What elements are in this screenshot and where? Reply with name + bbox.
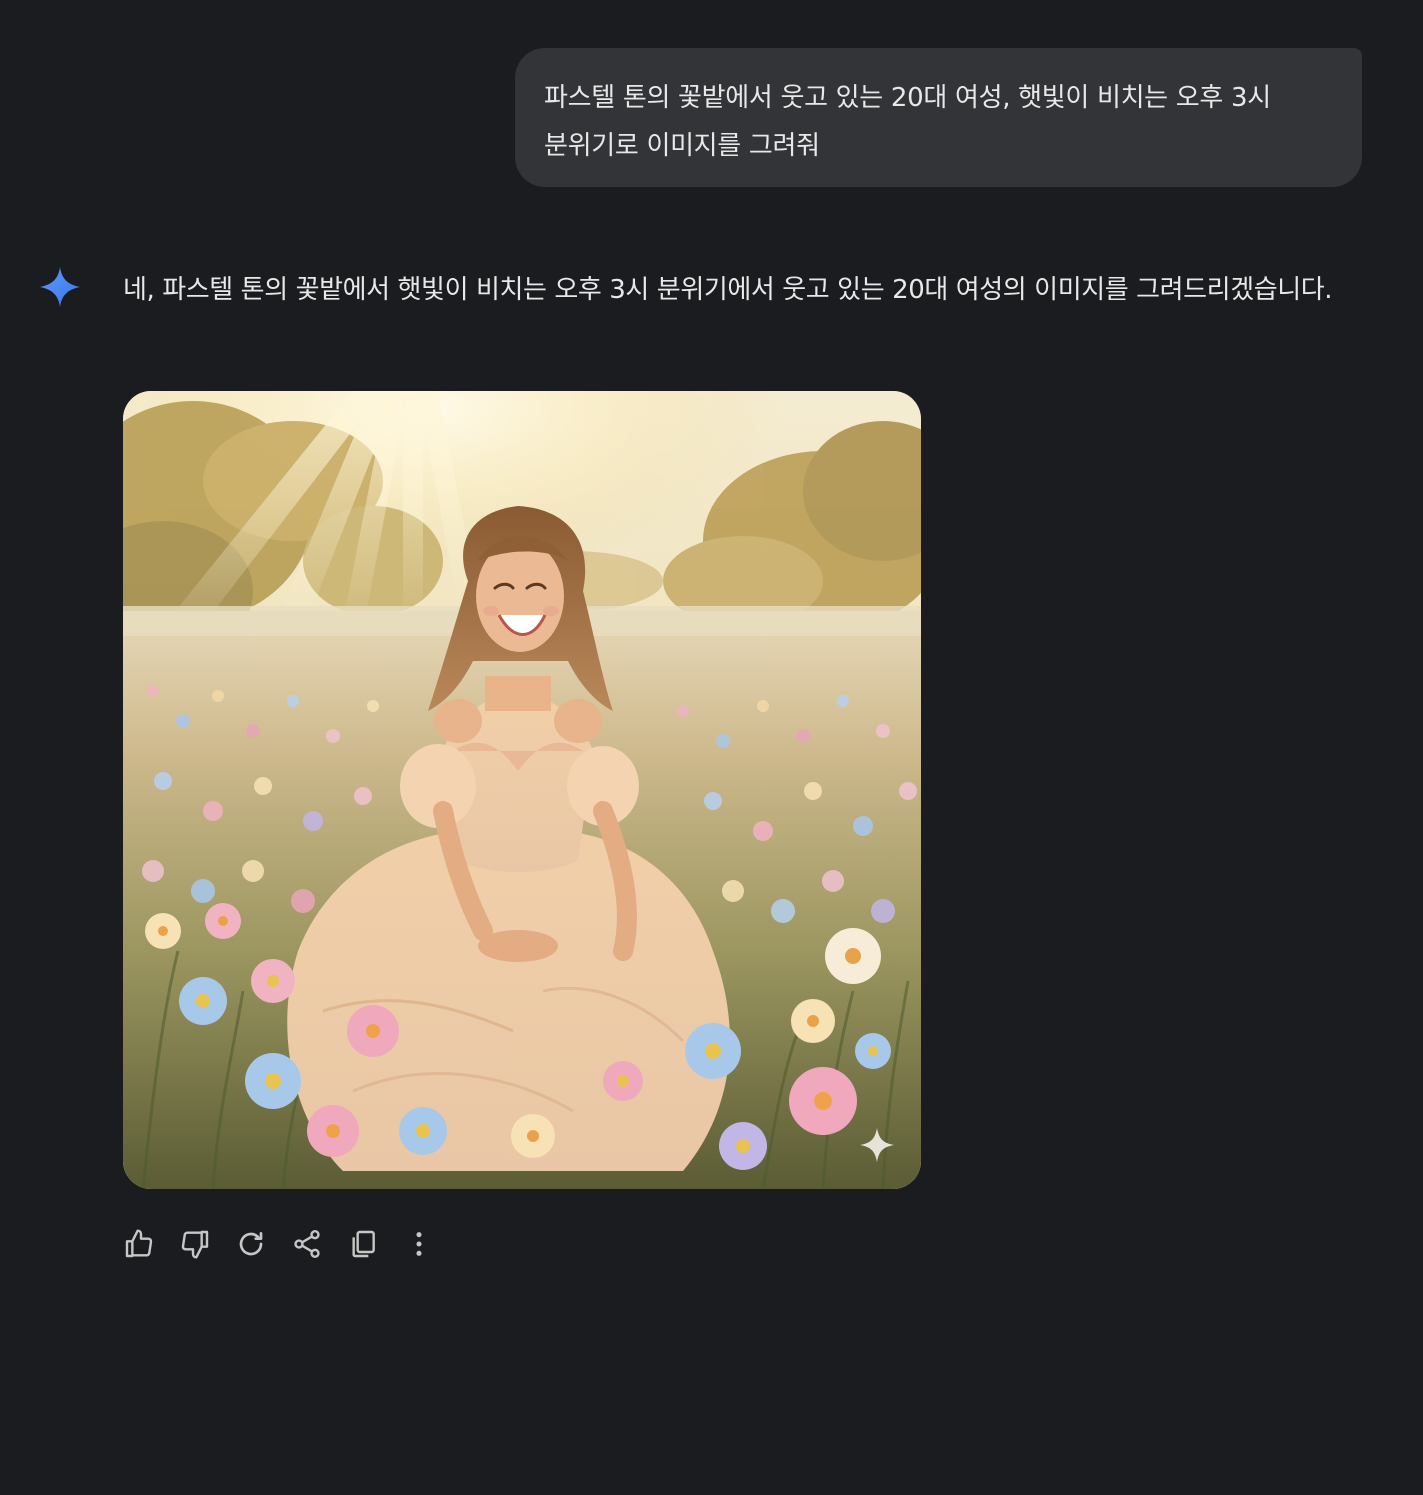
user-message-text: 파스텔 톤의 꽃밭에서 웃고 있는 20대 여성, 햇빛이 비치는 오후 3시 … xyxy=(544,83,1271,161)
response-actions-bar xyxy=(121,1226,457,1262)
user-message-bubble: 파스텔 톤의 꽃밭에서 웃고 있는 20대 여성, 햇빛이 비치는 오후 3시 … xyxy=(515,48,1362,187)
regenerate-button[interactable] xyxy=(233,1226,269,1262)
thumbs-up-icon xyxy=(125,1229,153,1258)
more-vert-icon xyxy=(416,1232,422,1256)
good-response-button[interactable] xyxy=(121,1226,157,1262)
bad-response-button[interactable] xyxy=(177,1226,213,1262)
copy-icon xyxy=(352,1230,375,1258)
gemini-spark-icon xyxy=(40,267,80,307)
assistant-message-text: 네, 파스텔 톤의 꽃밭에서 햇빛이 비치는 오후 3시 분위기에서 웃고 있는… xyxy=(123,275,1333,305)
copy-button[interactable] xyxy=(345,1226,381,1262)
share-icon xyxy=(294,1230,320,1258)
share-button[interactable] xyxy=(289,1226,325,1262)
more-options-button[interactable] xyxy=(401,1226,437,1262)
refresh-icon xyxy=(239,1232,263,1256)
generated-image-painting xyxy=(123,391,921,1189)
thumbs-down-icon xyxy=(181,1230,209,1259)
generated-image[interactable] xyxy=(123,391,921,1189)
